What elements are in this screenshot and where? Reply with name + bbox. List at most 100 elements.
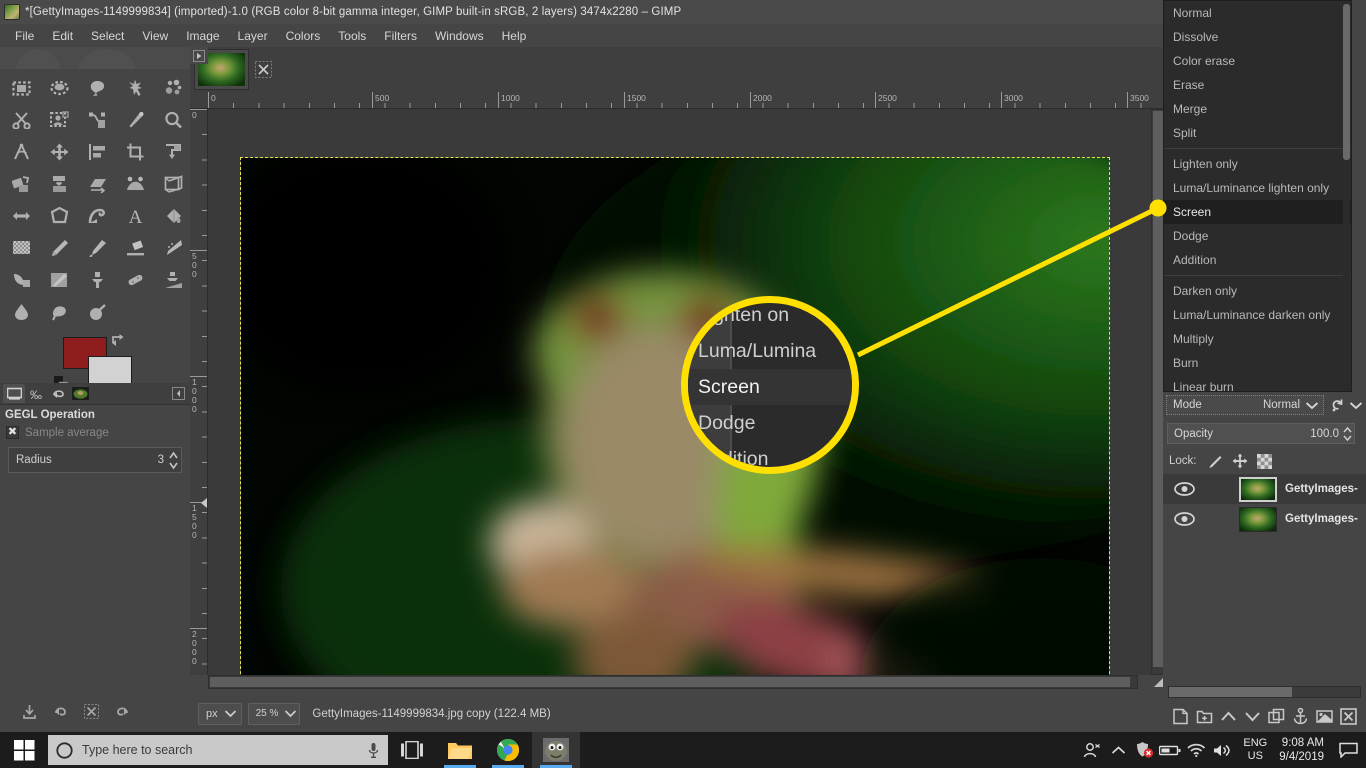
color-picker-icon[interactable] <box>116 104 154 136</box>
dropdown-item-dissolve[interactable]: Dissolve <box>1164 25 1351 49</box>
layer-thumbnail[interactable] <box>1239 476 1277 502</box>
warp-transform-icon[interactable] <box>78 200 116 232</box>
ink-icon[interactable] <box>2 264 40 296</box>
opacity-slider[interactable]: Opacity 100.0 <box>1167 423 1355 444</box>
gradient-icon[interactable] <box>2 232 40 264</box>
new-layer-icon[interactable] <box>1171 706 1191 726</box>
layer-mask-icon[interactable] <box>1314 706 1334 726</box>
gimp-icon[interactable] <box>532 732 580 768</box>
dropdown-item-merge[interactable]: Merge <box>1164 97 1351 121</box>
fuzzy-select-icon[interactable] <box>116 72 154 104</box>
dropdown-item-normal[interactable]: Normal <box>1164 1 1351 25</box>
paths-icon[interactable] <box>78 104 116 136</box>
dropdown-item-lighten-only[interactable]: Lighten only <box>1164 152 1351 176</box>
zoom-selector[interactable]: 25 % <box>247 702 301 725</box>
unit-selector[interactable]: px <box>198 702 242 725</box>
microphone-icon[interactable] <box>367 742 380 759</box>
save-icon[interactable] <box>22 704 37 724</box>
perspective-clone-icon[interactable] <box>154 264 192 296</box>
windows-start-icon[interactable] <box>0 732 48 768</box>
radius-spin-buttons[interactable] <box>168 451 179 470</box>
raise-layer-icon[interactable] <box>1219 706 1239 726</box>
layer-row[interactable]: GettyImages- <box>1163 474 1366 504</box>
scale-icon[interactable] <box>2 168 40 200</box>
duplicate-layer-icon[interactable] <box>1266 706 1286 726</box>
select-by-color-icon[interactable] <box>154 72 192 104</box>
mode-combo[interactable]: Mode Normal <box>1166 395 1324 415</box>
undo-icon[interactable] <box>53 704 68 724</box>
menu-edit[interactable]: Edit <box>43 26 82 46</box>
dropdown-item-color-erase[interactable]: Color erase <box>1164 49 1351 73</box>
layer-row[interactable]: GettyImages- <box>1163 504 1366 534</box>
menu-windows[interactable]: Windows <box>426 26 493 46</box>
anchor-layer-icon[interactable] <box>1290 706 1310 726</box>
blur-sharpen-icon[interactable] <box>2 296 40 328</box>
move-icon[interactable] <box>40 136 78 168</box>
tab-images[interactable] <box>69 384 91 403</box>
horizontal-scrollbar-thumb[interactable] <box>210 677 1130 687</box>
dropdown-item-linear-burn[interactable]: Linear burn <box>1164 375 1351 391</box>
mypaint-brush-icon[interactable] <box>40 264 78 296</box>
volume-icon[interactable] <box>1209 732 1235 768</box>
text-icon[interactable]: A <box>116 200 154 232</box>
security-alert-icon[interactable] <box>1131 732 1157 768</box>
canvas-area[interactable] <box>208 109 1151 675</box>
clock[interactable]: 9:08 AM 9/4/2019 <box>1275 736 1334 764</box>
menu-image[interactable]: Image <box>177 26 228 46</box>
close-icon[interactable] <box>251 58 275 82</box>
people-icon[interactable] <box>1079 732 1105 768</box>
lower-layer-icon[interactable] <box>1243 706 1263 726</box>
layers-list-scrollbar[interactable] <box>1168 686 1361 698</box>
lock-pixels-icon[interactable] <box>1208 454 1223 469</box>
airbrush-icon[interactable] <box>154 232 192 264</box>
lock-alpha-icon[interactable] <box>1256 453 1272 469</box>
language-indicator[interactable]: ENG US <box>1235 737 1275 763</box>
smudge-icon[interactable] <box>40 296 78 328</box>
menu-colors[interactable]: Colors <box>277 26 330 46</box>
ellipse-select-icon[interactable] <box>40 72 78 104</box>
opacity-spin-buttons[interactable] <box>1342 426 1353 442</box>
eraser-icon[interactable] <box>116 232 154 264</box>
layer-thumbnail[interactable] <box>1239 506 1277 532</box>
collapse-panel-icon[interactable] <box>172 387 185 405</box>
unified-transform-icon[interactable] <box>116 168 154 200</box>
dodge-burn-icon[interactable] <box>78 296 116 328</box>
dropdown-item-erase[interactable]: Erase <box>1164 73 1351 97</box>
tab-undo-history[interactable] <box>47 384 69 403</box>
horizontal-ruler[interactable]: 0 500 1000 1500 2000 2500 3000 3500 <box>190 92 1165 109</box>
swap-colors-icon[interactable] <box>110 332 127 354</box>
dropdown-item-screen[interactable]: Screen <box>1164 200 1351 224</box>
layers-list-scrollbar-thumb[interactable] <box>1169 687 1292 697</box>
alignment-icon[interactable] <box>78 136 116 168</box>
eye-icon[interactable] <box>1169 512 1199 526</box>
zoom-icon[interactable] <box>154 104 192 136</box>
menu-select[interactable]: Select <box>82 26 133 46</box>
measure-icon[interactable] <box>2 136 40 168</box>
cancel-icon[interactable] <box>84 703 99 724</box>
wifi-icon[interactable] <box>1183 732 1209 768</box>
redo-icon[interactable] <box>115 704 130 724</box>
dropdown-scrollbar[interactable] <box>1343 2 1350 391</box>
heal-icon[interactable] <box>116 264 154 296</box>
action-center-icon[interactable] <box>1334 732 1362 768</box>
handle-transform-icon[interactable] <box>154 168 192 200</box>
flip-icon[interactable] <box>2 200 40 232</box>
eye-icon[interactable] <box>1169 482 1199 496</box>
radius-spinner[interactable]: Radius 3 <box>8 447 182 473</box>
menu-filters[interactable]: Filters <box>375 26 426 46</box>
delete-layer-icon[interactable] <box>1338 706 1358 726</box>
lock-position-icon[interactable] <box>1232 453 1248 469</box>
vertical-ruler[interactable]: 0 500 1000 1500 2000 <box>190 109 208 675</box>
google-chrome-icon[interactable] <box>484 732 532 768</box>
cage-transform-icon[interactable] <box>40 200 78 232</box>
sample-average-checkbox[interactable]: ✖ <box>6 426 19 439</box>
rotate-icon[interactable] <box>154 136 192 168</box>
dropdown-item-split[interactable]: Split <box>1164 121 1351 145</box>
crop-icon[interactable] <box>116 136 154 168</box>
menu-view[interactable]: View <box>133 26 177 46</box>
bucket-fill-icon[interactable] <box>154 200 192 232</box>
new-layer-group-icon[interactable] <box>1195 706 1215 726</box>
blend-mode-dropdown[interactable]: Normal Dissolve Color erase Erase Merge … <box>1163 0 1352 392</box>
shear-icon[interactable] <box>40 168 78 200</box>
menu-file[interactable]: File <box>6 26 43 46</box>
